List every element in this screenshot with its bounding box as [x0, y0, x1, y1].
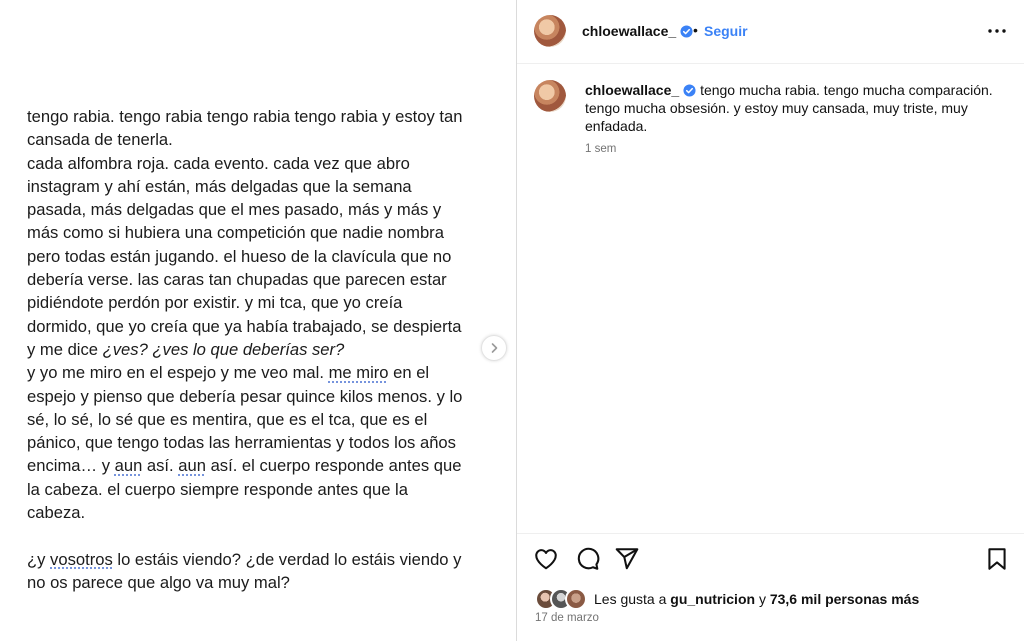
post-line: sé, lo sé, lo sé que es mentira, que es … [27, 409, 428, 429]
post-line: pidiéndote perdón por existir. y mi tca,… [27, 293, 403, 313]
post-line: espejo y pienso que debería pesar quince… [27, 386, 463, 406]
avatar[interactable] [534, 80, 566, 112]
post-line-part: y me dice [27, 339, 103, 359]
post-line-underlined: aun [178, 456, 206, 476]
caption: chloewallace_ tengo mucha rabia. tengo m… [585, 81, 1005, 135]
like-heart-icon[interactable] [533, 546, 559, 572]
likes-count-link[interactable]: 73,6 mil personas más [770, 591, 919, 607]
post-line: cada alfombra roja. cada evento. cada ve… [27, 153, 410, 173]
post-line: más como si hubiera una competición que … [27, 223, 444, 243]
post-line-part: encima… y [27, 456, 115, 476]
post-date[interactable]: 17 de marzo [535, 612, 599, 624]
avatar[interactable] [534, 15, 566, 47]
likes-middle: y [755, 591, 770, 607]
likes-prefix: Les gusta a [594, 591, 671, 607]
post-line: dormido, que yo creía que ya había traba… [27, 316, 462, 336]
actions-divider [517, 533, 1024, 534]
post-line: pánico, que tengo todas las herramientas… [27, 433, 456, 453]
share-icon[interactable] [614, 546, 640, 572]
header-username[interactable]: chloewallace_ [582, 23, 693, 39]
post-line: cansada de tenerla. [27, 130, 173, 150]
post-line: ¿y vosotros lo estáis viendo? ¿de verdad… [27, 548, 497, 571]
post-line-part: así. [142, 456, 179, 476]
likes-row: Les gusta a gu_nutricion y 73,6 mil pers… [535, 588, 919, 610]
verified-badge-icon [680, 25, 693, 38]
verified-badge-icon [683, 84, 696, 97]
post-sidebar: chloewallace_ • Seguir chloewallace_ ten… [517, 0, 1024, 641]
liker-avatar[interactable] [565, 588, 587, 610]
post-line: pero todas están jugando. el hueso de la… [27, 246, 452, 266]
comment-icon[interactable] [574, 546, 600, 572]
post-line: y me dice ¿ves? ¿ves lo que deberías ser… [27, 338, 497, 361]
carousel-next-button[interactable] [481, 335, 507, 361]
follow-button[interactable]: Seguir [704, 23, 748, 39]
post-line: tengo rabia. tengo rabia tengo rabia ten… [27, 107, 463, 126]
post-line-italic: ¿ves? ¿ves lo que deberías ser? [102, 339, 345, 359]
post-line: pasada, más delgadas que el mes pasado, … [27, 200, 442, 220]
more-options-icon[interactable] [985, 19, 1009, 43]
post-line-part: en el [388, 363, 430, 383]
post-line-underlined: aun [114, 456, 143, 476]
post-line-underlined: vosotros [50, 549, 113, 569]
post-header: chloewallace_ • Seguir [517, 0, 1024, 64]
chevron-right-icon [491, 343, 498, 353]
post-line: y yo me miro en el espejo y me veo mal. … [27, 361, 497, 384]
caption-timestamp[interactable]: 1 sem [585, 143, 616, 155]
post-line-underlined: me miro [328, 363, 389, 383]
post-line: la cabeza. el cuerpo siempre responde an… [27, 479, 408, 499]
post-line: cabeza. [27, 503, 86, 523]
save-bookmark-icon[interactable] [984, 546, 1010, 572]
likes-user-link[interactable]: gu_nutricion [670, 591, 755, 607]
separator-dot: • [693, 22, 698, 38]
post-image-text: tengo rabia. tengo rabia tengo rabia ten… [27, 105, 497, 594]
post-line: encima… y aun así. aun así. el cuerpo re… [27, 454, 497, 477]
caption-username[interactable]: chloewallace_ [585, 82, 679, 98]
post-line-part: lo estáis viendo? ¿de verdad lo estáis v… [112, 549, 462, 569]
post-line: instagram y ahí están, más delgadas que … [27, 176, 412, 196]
username-text[interactable]: chloewallace_ [582, 23, 676, 39]
post-line-part: ¿y [27, 549, 51, 569]
likes-text: Les gusta a gu_nutricion y 73,6 mil pers… [594, 591, 919, 607]
post-line-part: así. el cuerpo responde antes que [205, 456, 462, 476]
post-image: tengo rabia. tengo rabia tengo rabia ten… [0, 0, 516, 641]
post-line: no os parece que algo va muy mal? [27, 572, 290, 592]
post-line-part: y yo me miro en el espejo y me veo mal. [27, 363, 329, 383]
post-line: debería verse. las caras tan chupadas qu… [27, 270, 447, 290]
